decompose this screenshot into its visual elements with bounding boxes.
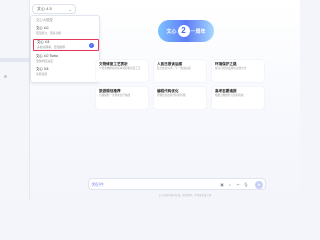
- prompt-card[interactable]: 人民日报读后感 结合热点时评，写一篇读后感: [154, 60, 206, 82]
- sidebar-active-item[interactable]: [0, 58, 30, 62]
- model-dropdown: 文心大模型 文心 4.0 更强能力，更多功能 文心 4.5 多模态理解，更强推理…: [30, 15, 100, 83]
- prompt-card-desc: 根据分数推荐合适的院校: [215, 94, 244, 97]
- model-option-selected[interactable]: 文心 4.5 多模态理解，更强推理 ✓: [33, 39, 99, 51]
- dropdown-header: 文心大模型: [33, 18, 99, 24]
- prompt-card-desc: 结合热点时评，写一篇读后感: [157, 67, 191, 70]
- prompt-card[interactable]: 编程代码优化 帮我优化这段代码的性能: [154, 87, 206, 109]
- footer-disclaimer: 以上内容均由AI生成，仅供参考，不代表百度立场: [158, 194, 212, 197]
- model-selector[interactable]: 文心 4.5 ⌄: [32, 4, 76, 14]
- scissors-icon[interactable]: ✂: [235, 182, 241, 188]
- send-button[interactable]: ➤: [255, 181, 263, 189]
- prompt-card[interactable]: 文物修复工艺赏析 介绍文物修复的基本流程和常见工艺: [96, 60, 148, 82]
- prompt-card-desc: 为我规划一次周末出行路线: [99, 94, 131, 97]
- brand-logo: 文心 2 一周年: [158, 20, 214, 42]
- dropdown-header-label: 文心大模型: [36, 18, 53, 22]
- sidebar: [0, 0, 30, 200]
- prompt-card-desc: 探讨可持续发展的实践方式: [215, 67, 247, 70]
- logo-text-right: 一周年: [190, 28, 206, 35]
- model-option[interactable]: 文心 4.0 更强能力，更多功能: [33, 26, 99, 38]
- model-option-desc: 更快响应速度: [36, 59, 53, 63]
- chat-input-box: 文心 4.5 ▣ ⌂ ✂ 🎙 ➤: [88, 178, 266, 190]
- model-selector-label: 文心 4.5: [37, 6, 52, 11]
- checkmark-icon: ✓: [89, 43, 94, 48]
- sidebar-dot: [4, 75, 7, 78]
- logo-text-left: 文心: [166, 28, 177, 35]
- model-tag[interactable]: 文心 4.5: [91, 182, 105, 187]
- logo-number: 2: [177, 25, 190, 37]
- prompt-card-desc: 帮我优化这段代码的性能: [157, 94, 186, 97]
- attachment-icon[interactable]: ⌂: [227, 182, 233, 188]
- model-option[interactable]: 文心 3.5 免费使用: [33, 67, 99, 79]
- prompt-card[interactable]: 环境保护之路 探讨可持续发展的实践方式: [212, 60, 264, 82]
- chevron-down-icon: ⌄: [68, 6, 72, 12]
- image-icon[interactable]: ▣: [219, 182, 225, 188]
- model-option-desc: 免费使用: [36, 72, 48, 76]
- prompt-card[interactable]: 旅游规划推荐 为我规划一次周末出行路线: [96, 87, 148, 109]
- prompt-card-desc: 介绍文物修复的基本流程和常见工艺: [99, 67, 141, 70]
- model-option-desc: 更强能力，更多功能: [36, 31, 62, 35]
- chat-input[interactable]: [107, 181, 207, 188]
- prompt-card[interactable]: 高考志愿填报 根据分数推荐合适的院校: [212, 87, 264, 109]
- model-option[interactable]: 文心 4.0 Turbo 更快响应速度: [33, 54, 99, 66]
- microphone-icon[interactable]: 🎙: [243, 182, 249, 188]
